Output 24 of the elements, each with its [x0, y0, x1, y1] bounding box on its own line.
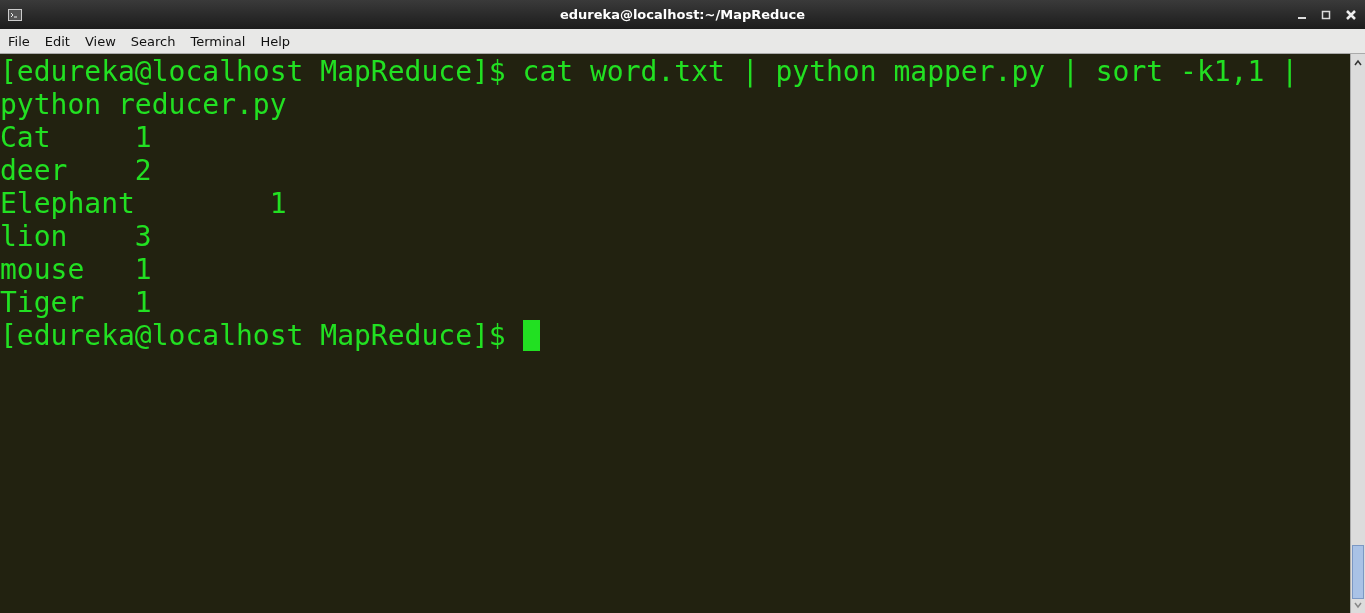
menu-item[interactable]: View: [84, 33, 116, 49]
menu-item[interactable]: Search: [130, 33, 176, 49]
terminal-line: Tiger 1: [0, 286, 153, 319]
scrollbar-thumb[interactable]: [1352, 545, 1364, 599]
menu-item[interactable]: Edit: [44, 33, 70, 49]
scroll-down-icon[interactable]: [1352, 601, 1364, 609]
menu-item[interactable]: Terminal: [190, 33, 246, 49]
terminal-line: mouse 1: [0, 253, 153, 286]
terminal-line: Elephant 1: [0, 187, 288, 220]
terminal-line: deer 2: [0, 154, 153, 187]
menu-item[interactable]: File: [8, 33, 30, 49]
menu-item[interactable]: Help: [260, 33, 291, 49]
maximize-icon[interactable]: [1321, 9, 1331, 20]
terminal-line: lion 3: [0, 220, 153, 253]
terminal-icon: [8, 8, 22, 21]
scroll-up-icon[interactable]: [1352, 58, 1364, 68]
terminal-line: python reducer.py: [0, 88, 288, 121]
text-cursor: [522, 320, 540, 351]
close-icon[interactable]: [1345, 8, 1357, 21]
window-title: edureka@localhost:~/MapReduce: [559, 7, 806, 22]
scrollbar[interactable]: [1350, 54, 1365, 613]
terminal-line: [edureka@localhost MapReduce]$ cat word.txt | python mapper.py | sort -k1,1 |: [0, 55, 1300, 88]
terminal-prompt: [edureka@localhost MapReduce]$: [0, 319, 507, 352]
terminal-line: Cat 1: [0, 121, 153, 154]
